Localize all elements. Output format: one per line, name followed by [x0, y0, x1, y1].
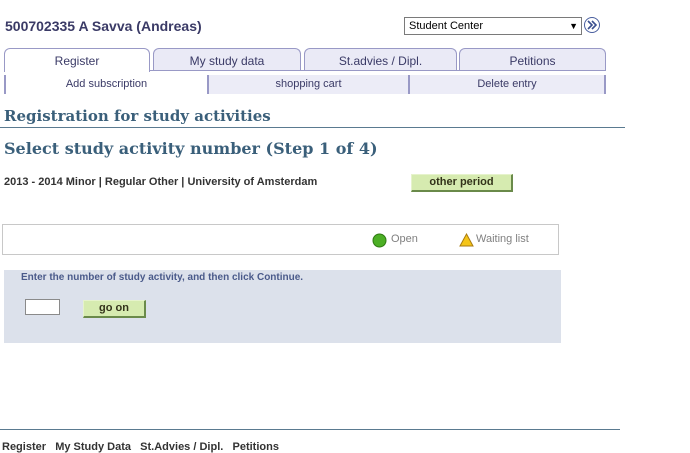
go-navigation-button[interactable]	[584, 17, 600, 33]
footer-link-my-study-data[interactable]: My Study Data	[55, 441, 131, 453]
heading-divider	[0, 127, 625, 128]
go-on-button[interactable]: go on	[83, 300, 146, 318]
footer-links: Register My Study Data St.Advies / Dipl.…	[2, 441, 279, 453]
user-name: 500702335 A Savva (Andreas)	[5, 18, 202, 34]
period-info: 2013 - 2014 Minor | Regular Other | Univ…	[4, 176, 318, 188]
footer-link-register[interactable]: Register	[2, 441, 46, 453]
page-title: Registration for study activities	[4, 107, 271, 125]
tab-st-advies-dipl[interactable]: St.advies / Dipl.	[304, 48, 457, 70]
entry-instructions: Enter the number of study activity, and …	[21, 272, 304, 283]
dropdown-arrow-icon: ▼	[569, 21, 578, 31]
footer-link-petitions[interactable]: Petitions	[232, 441, 278, 453]
other-period-button[interactable]: other period	[411, 174, 513, 192]
navigation-select[interactable]: Student Center ▼	[404, 17, 582, 35]
navigation-select-value: Student Center	[409, 20, 483, 32]
tab-petitions[interactable]: Petitions	[459, 48, 606, 70]
tab-register[interactable]: Register	[4, 48, 150, 72]
footer-link-st-advies-dipl[interactable]: St.Advies / Dipl.	[140, 441, 223, 453]
open-status-icon	[372, 233, 387, 248]
waiting-list-legend-label: Waiting list	[476, 233, 529, 245]
subtab-delete-entry[interactable]: Delete entry	[408, 75, 606, 94]
tab-my-study-data[interactable]: My study data	[153, 48, 301, 70]
open-legend-label: Open	[391, 233, 418, 245]
step-heading: Select study activity number (Step 1 of …	[4, 139, 378, 158]
activity-number-input[interactable]	[25, 299, 60, 315]
subtab-shopping-cart[interactable]: shopping cart	[207, 75, 408, 94]
waiting-list-warning-icon	[459, 233, 474, 247]
footer-divider	[0, 429, 620, 430]
subtab-add-subscription[interactable]: Add subscription	[4, 75, 207, 94]
double-chevron-right-icon	[587, 20, 598, 30]
